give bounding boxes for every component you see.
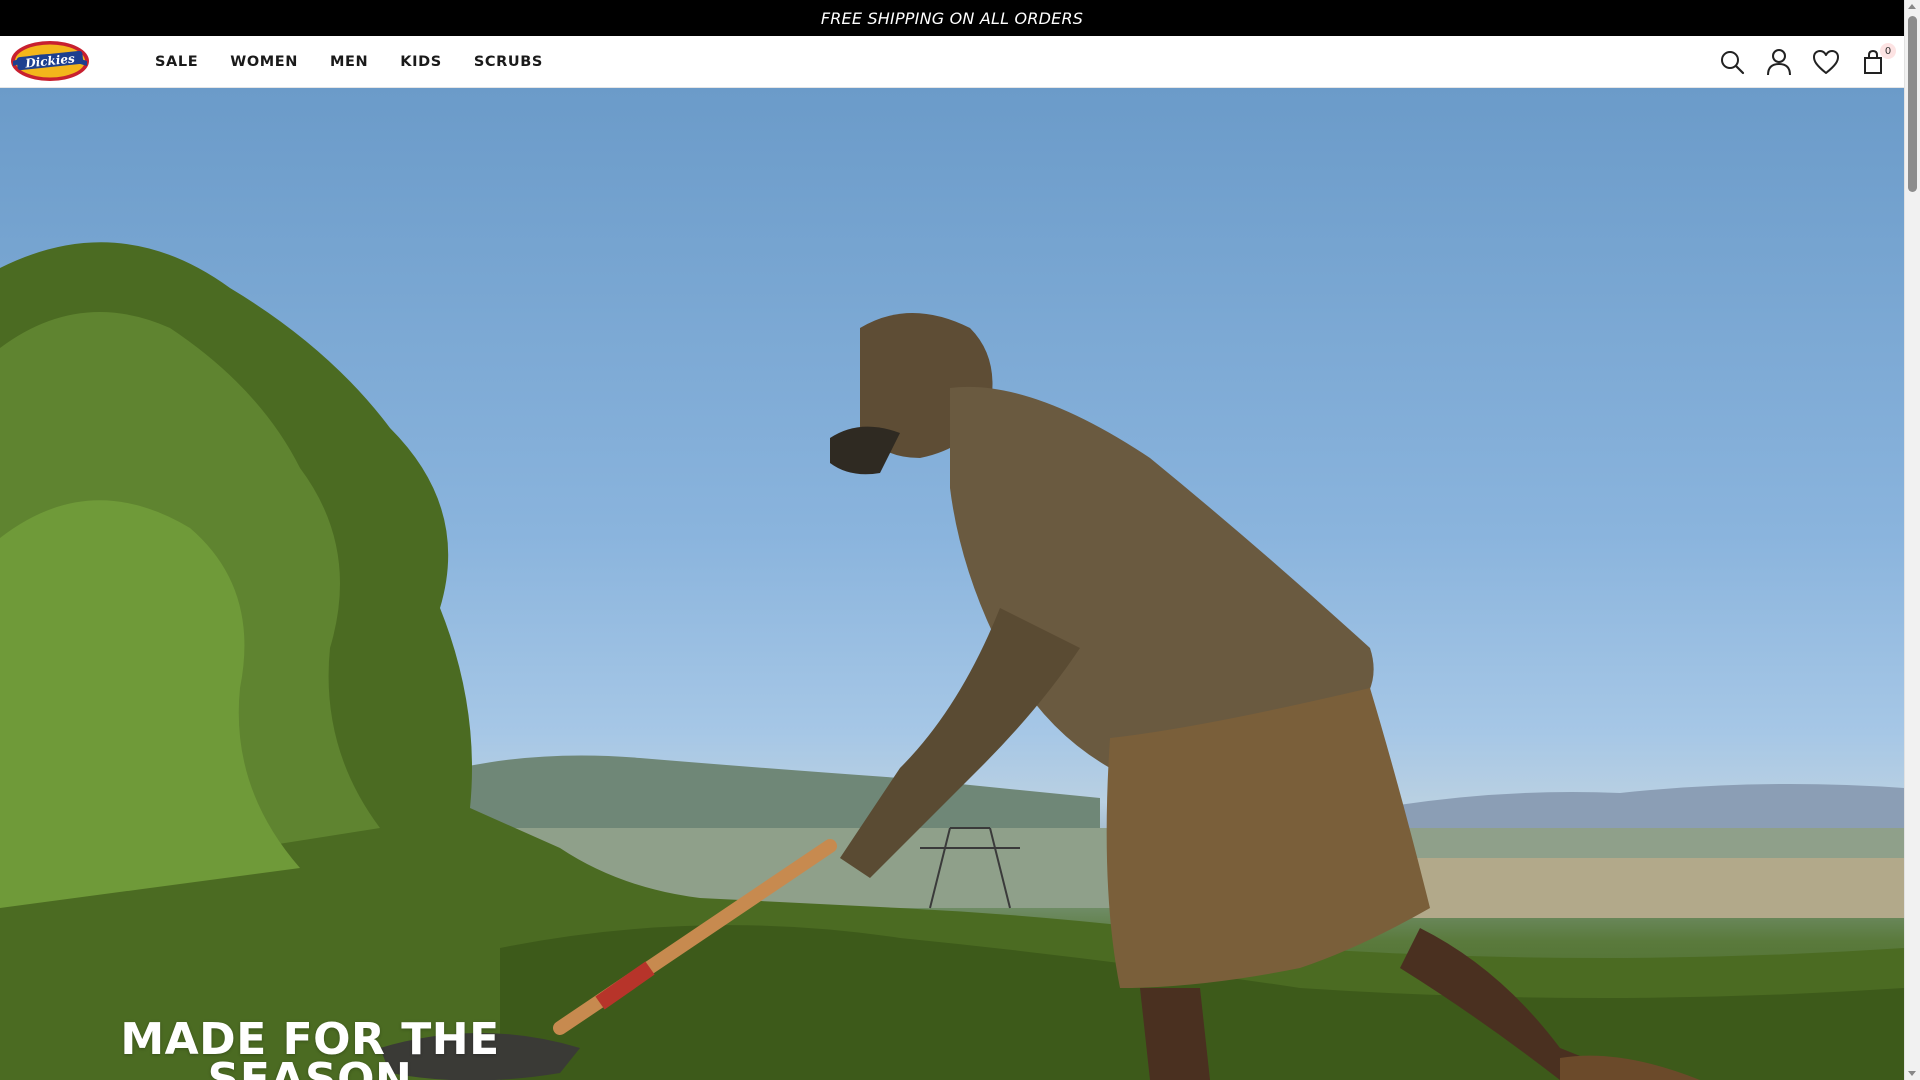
promo-text: FREE SHIPPING ON ALL ORDERS bbox=[820, 8, 1084, 28]
scroll-down-arrow-icon[interactable] bbox=[1908, 1071, 1916, 1076]
hero-headline[interactable]: MADE FOR THE SEASON bbox=[80, 1018, 540, 1080]
page-scrollbar[interactable] bbox=[1904, 0, 1920, 1080]
main-nav: SALE WOMEN MEN KIDS SCRUBS bbox=[155, 36, 575, 88]
header-icons: 0 bbox=[1700, 36, 1896, 88]
site-header: Dickies SALE WOMEN MEN KIDS SCRUBS 0 bbox=[0, 36, 1904, 88]
dickies-logo[interactable]: Dickies bbox=[9, 39, 91, 83]
hero-image bbox=[0, 242, 1904, 1080]
nav-item-women[interactable]: WOMEN bbox=[230, 54, 298, 70]
hero-banner[interactable]: MADE FOR THE SEASON bbox=[0, 88, 1904, 1080]
promo-bar: FREE SHIPPING ON ALL ORDERS bbox=[0, 0, 1904, 36]
account-icon[interactable] bbox=[1764, 47, 1794, 77]
nav-item-men[interactable]: MEN bbox=[330, 54, 368, 70]
scroll-thumb[interactable] bbox=[1908, 16, 1917, 192]
nav-item-scrubs[interactable]: SCRUBS bbox=[474, 54, 543, 70]
cart-bag-icon[interactable]: 0 bbox=[1858, 43, 1896, 77]
wishlist-heart-icon[interactable] bbox=[1811, 47, 1841, 77]
nav-item-kids[interactable]: KIDS bbox=[400, 54, 442, 70]
search-icon[interactable] bbox=[1717, 47, 1747, 77]
cart-count-badge: 0 bbox=[1880, 43, 1896, 59]
nav-item-sale[interactable]: SALE bbox=[155, 54, 198, 70]
scroll-up-arrow-icon[interactable] bbox=[1908, 4, 1916, 9]
